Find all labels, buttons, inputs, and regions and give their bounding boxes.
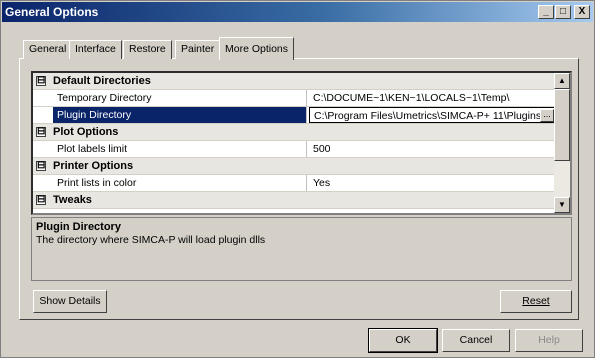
category-label: Default Directories xyxy=(53,75,151,87)
general-options-dialog: General Options _ □ X General Interface … xyxy=(0,0,595,358)
description-pane: Plugin Directory The directory where SIM… xyxy=(31,217,572,281)
show-details-button[interactable]: Show Details xyxy=(33,290,107,313)
cancel-label: Cancel xyxy=(459,334,493,346)
close-button[interactable]: X xyxy=(574,5,590,19)
cancel-button[interactable]: Cancel xyxy=(442,329,510,352)
category-tweaks[interactable]: ⊟ Tweaks xyxy=(33,192,556,209)
collapse-icon[interactable]: ⊟ xyxy=(36,195,46,205)
property-row-temporary-directory[interactable]: Temporary Directory C:\DOCUME~1\KEN~1\LO… xyxy=(33,90,556,107)
vertical-scrollbar[interactable]: ▲ ▼ xyxy=(554,73,570,213)
category-label: Tweaks xyxy=(53,194,92,206)
scroll-up-arrow-icon[interactable]: ▲ xyxy=(554,73,570,89)
description-title: Plugin Directory xyxy=(36,221,121,233)
ok-label: OK xyxy=(395,334,411,346)
property-row-plot-labels-limit[interactable]: Plot labels limit 500 xyxy=(33,141,556,158)
browse-ellipsis-button[interactable]: ... xyxy=(540,109,554,122)
show-details-label: Show Details xyxy=(39,295,101,307)
scroll-down-arrow-icon[interactable]: ▼ xyxy=(554,197,570,213)
property-name: Plot labels limit xyxy=(53,141,307,157)
reset-button[interactable]: Reset xyxy=(500,290,572,313)
property-value[interactable]: 500 xyxy=(309,141,556,157)
description-text: The directory where SIMCA-P will load pl… xyxy=(36,234,266,246)
ok-button[interactable]: OK xyxy=(368,328,438,353)
property-row-plugin-directory[interactable]: Plugin Directory C:\Program Files\Umetri… xyxy=(33,107,556,124)
property-name: Temporary Directory xyxy=(53,90,307,106)
reset-label: Reset xyxy=(522,295,550,307)
category-default-directories[interactable]: ⊟ Default Directories xyxy=(33,73,556,90)
maximize-button[interactable]: □ xyxy=(555,5,571,19)
plugin-directory-field[interactable]: C:\Program Files\Umetrics\SIMCA-P+ 11\Pl… xyxy=(309,107,556,123)
tab-interface[interactable]: Interface xyxy=(69,40,122,59)
category-printer-options[interactable]: ⊟ Printer Options xyxy=(33,158,556,175)
property-name: Plugin Directory xyxy=(53,107,307,123)
help-button[interactable]: Help xyxy=(515,329,583,352)
window-title: General Options xyxy=(5,5,99,19)
property-grid: ⊟ Default Directories Temporary Director… xyxy=(31,71,572,215)
category-plot-options[interactable]: ⊟ Plot Options xyxy=(33,124,556,141)
property-row-print-lists-in-color[interactable]: Print lists in color Yes xyxy=(33,175,556,192)
scroll-thumb[interactable] xyxy=(554,89,570,161)
category-label: Printer Options xyxy=(53,160,134,172)
minimize-button[interactable]: _ xyxy=(538,5,554,19)
property-value: C:\Program Files\Umetrics\SIMCA-P+ 11\Pl… xyxy=(314,110,542,122)
collapse-icon[interactable]: ⊟ xyxy=(36,127,46,137)
collapse-icon[interactable]: ⊟ xyxy=(36,161,46,171)
property-name: Print lists in color xyxy=(53,175,307,191)
category-label: Plot Options xyxy=(53,126,119,138)
tab-more-options[interactable]: More Options xyxy=(219,37,295,60)
tab-painter[interactable]: Painter xyxy=(175,40,221,59)
tab-general[interactable]: General xyxy=(23,40,73,59)
help-label: Help xyxy=(538,334,560,346)
property-value[interactable]: C:\DOCUME~1\KEN~1\LOCALS~1\Temp\ xyxy=(309,90,556,106)
property-value[interactable]: Yes xyxy=(309,175,556,191)
collapse-icon[interactable]: ⊟ xyxy=(36,76,46,86)
tab-restore[interactable]: Restore xyxy=(123,40,172,59)
title-bar[interactable]: General Options _ □ X xyxy=(2,2,593,22)
